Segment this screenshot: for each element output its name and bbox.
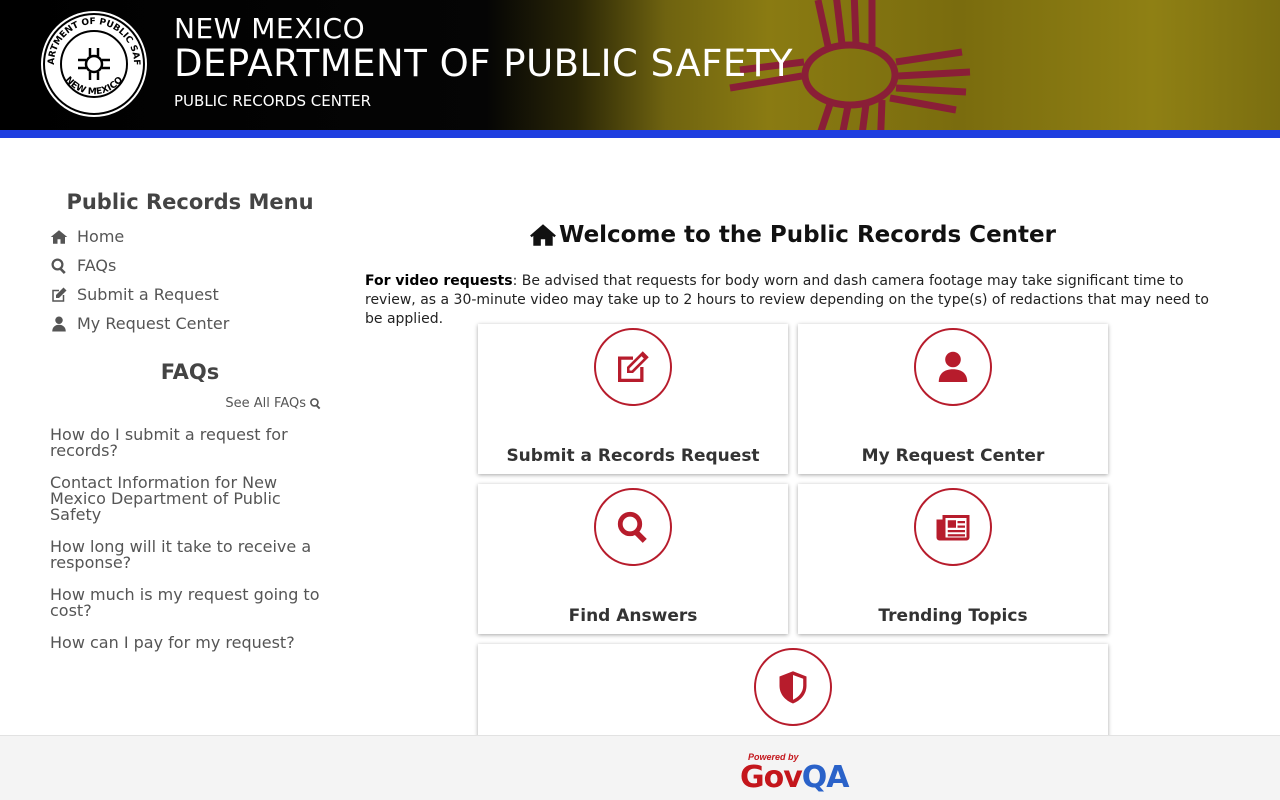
search-icon (51, 258, 66, 274)
user-icon (52, 316, 66, 331)
search-icon (310, 398, 321, 410)
card-label: Submit a Records Request (506, 446, 760, 466)
sidebar-item-faqs[interactable]: FAQs (50, 251, 330, 280)
card-icon-circle (594, 488, 672, 566)
header-divider (0, 130, 1280, 138)
card-icon-circle (914, 328, 992, 406)
sidebar-item-label: Submit a Request (77, 285, 219, 304)
card-label: My Request Center (861, 446, 1045, 466)
faq-link[interactable]: How do I submit a request for records? (50, 427, 330, 459)
home-icon (50, 229, 68, 244)
edit-icon (618, 351, 649, 382)
card-my-request-center[interactable]: My Request Center (798, 324, 1108, 474)
govqa-logo[interactable]: Powered by GovQA (740, 750, 850, 795)
card-icon-circle (754, 648, 832, 726)
sidebar-item-home[interactable]: Home (50, 222, 330, 251)
menu-title: Public Records Menu (66, 190, 314, 214)
header-department: DEPARTMENT OF PUBLIC SAFETY (174, 42, 793, 85)
card-submit-records-request[interactable]: Submit a Records Request (478, 324, 788, 474)
faq-section-title: FAQs (160, 360, 220, 384)
home-icon (530, 224, 556, 246)
sidebar-item-label: Home (77, 227, 125, 246)
nm-dps-seal: DEPARTMENT OF PUBLIC SAFETY NEW MEXICO (40, 10, 147, 117)
sidebar-item-label: FAQs (77, 256, 117, 275)
newspaper-icon (936, 515, 970, 541)
card-icon-circle (914, 488, 992, 566)
card-label: Trending Topics (878, 606, 1028, 626)
card-label: Find Answers (568, 606, 698, 626)
card-trending-topics[interactable]: Trending Topics (798, 484, 1108, 634)
card-find-answers[interactable]: Find Answers (478, 484, 788, 634)
site-header: DEPARTMENT OF PUBLIC SAFETY NEW MEXICO N… (0, 0, 1280, 130)
faq-link[interactable]: Contact Information for New Mexico Depar… (50, 475, 330, 523)
faq-link[interactable]: How can I pay for my request? (50, 635, 330, 651)
sidebar-item-label: My Request Center (77, 314, 230, 333)
header-subtitle: PUBLIC RECORDS CENTER (174, 92, 372, 110)
header-state: NEW MEXICO (174, 12, 366, 45)
faq-link[interactable]: How long will it take to receive a respo… (50, 539, 330, 571)
card-icon-circle (594, 328, 672, 406)
sidebar-item-my-request-center[interactable]: My Request Center (50, 309, 330, 338)
video-request-notice: For video requests: Be advised that requ… (365, 272, 1225, 329)
see-all-faqs-label: See All FAQs (225, 396, 306, 411)
see-all-faqs-link[interactable]: See All FAQs (50, 396, 322, 411)
page-title-text: Welcome to the Public Records Center (559, 222, 1056, 248)
page-title: Welcome to the Public Records Center (365, 222, 1220, 248)
card-security[interactable] (478, 644, 1108, 739)
page-footer: Powered by GovQA (0, 735, 1280, 800)
shield-icon (779, 671, 807, 704)
edit-icon (52, 287, 67, 302)
faq-link[interactable]: How much is my request going to cost? (50, 587, 330, 619)
sidebar-item-submit-request[interactable]: Submit a Request (50, 280, 330, 309)
search-icon (617, 511, 647, 543)
notice-bold: For video requests (365, 273, 513, 289)
user-icon (938, 351, 968, 382)
sidebar: Public Records Menu Home FAQs Submit a R… (50, 190, 330, 651)
govqa-wordmark: GovQA (740, 760, 850, 795)
